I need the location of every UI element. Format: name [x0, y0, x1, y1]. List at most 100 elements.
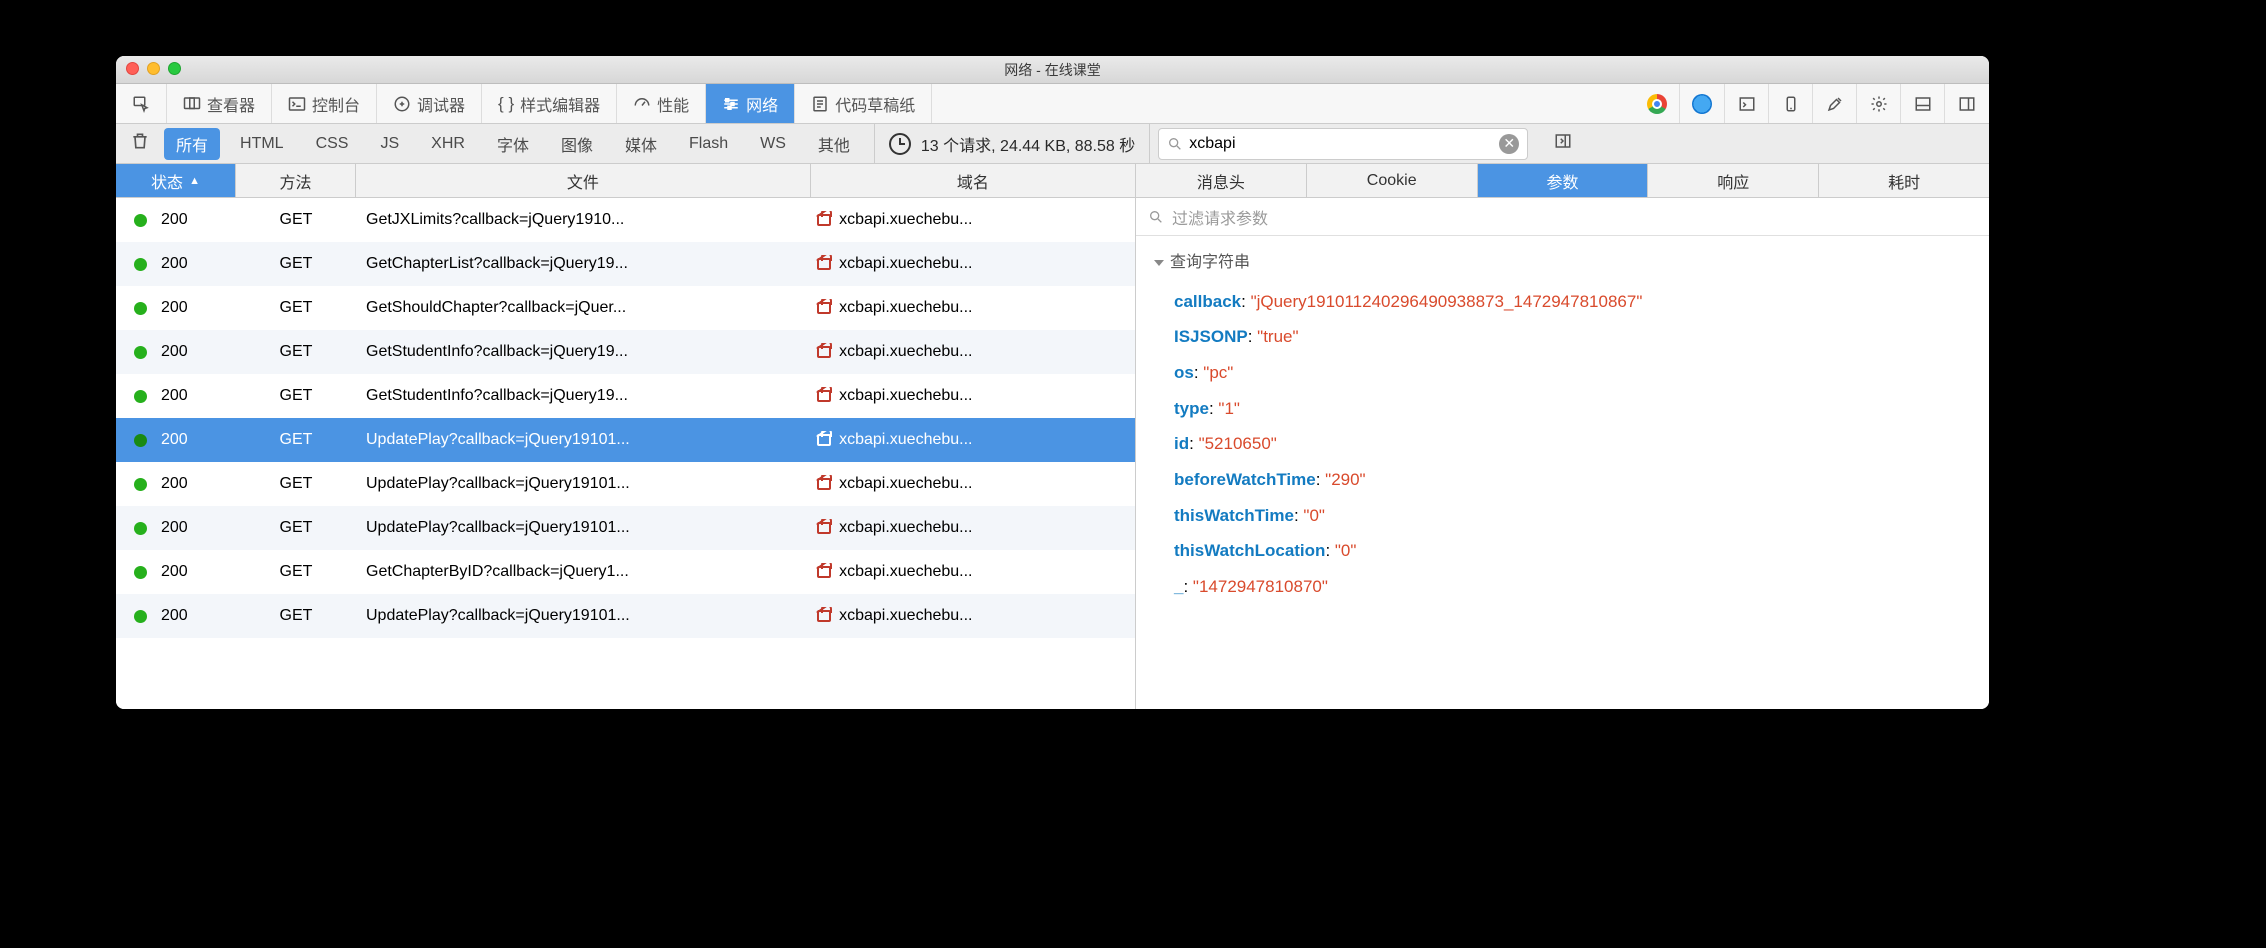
clear-button[interactable] [124, 131, 156, 157]
method-cell: GET [236, 387, 356, 405]
filter-images[interactable]: 图像 [549, 128, 605, 160]
eyedropper-button[interactable] [1813, 84, 1857, 123]
param-value: "0" [1335, 541, 1357, 560]
filter-ws[interactable]: WS [748, 131, 798, 157]
tab-scratchpad[interactable]: 代码草稿纸 [795, 84, 932, 123]
dock-right-button[interactable] [1945, 84, 1989, 123]
filter-html[interactable]: HTML [228, 131, 296, 157]
request-row[interactable]: 200GETGetChapterList?callback=jQuery19..… [116, 242, 1135, 286]
devtools-window: 网络 - 在线课堂 查看器 控制台 调试器 { } 样式编辑器 性能 网络 [116, 56, 1989, 709]
param-value: "1" [1218, 399, 1240, 418]
details-tabs: 消息头 Cookie 参数 响应 耗时 [1136, 164, 1989, 198]
tab-console[interactable]: 控制台 [272, 84, 377, 123]
clear-filter-button[interactable]: ✕ [1499, 134, 1519, 154]
element-picker-button[interactable] [116, 84, 167, 123]
tab-cookie[interactable]: Cookie [1307, 164, 1478, 197]
method-cell: GET [236, 299, 356, 317]
status-code: 200 [161, 519, 188, 537]
safari-button[interactable] [1680, 84, 1725, 123]
domain-cell: xcbapi.xuechebu... [807, 299, 1135, 317]
filter-flash[interactable]: Flash [677, 131, 740, 157]
tab-network[interactable]: 网络 [706, 84, 795, 123]
split-console-button[interactable] [1725, 84, 1769, 123]
request-row[interactable]: 200GETGetChapterByID?callback=jQuery1...… [116, 550, 1135, 594]
method-cell: GET [236, 343, 356, 361]
toggle-details-button[interactable] [1544, 132, 1582, 155]
status-code: 200 [161, 387, 188, 405]
param-value: "pc" [1203, 363, 1233, 382]
col-file[interactable]: 文件 [356, 164, 811, 197]
param-row: ISJSONP: "true" [1154, 319, 1971, 355]
domain-cell: xcbapi.xuechebu... [807, 255, 1135, 273]
tab-inspector[interactable]: 查看器 [167, 84, 272, 123]
minimize-window-button[interactable] [147, 62, 160, 75]
param-key: type [1174, 399, 1209, 418]
param-value: "290" [1325, 470, 1365, 489]
method-cell: GET [236, 563, 356, 581]
param-value: "jQuery191011240296490938873_14729478108… [1251, 292, 1643, 311]
status-dot-icon [134, 390, 147, 403]
param-value: "0" [1303, 506, 1325, 525]
request-row[interactable]: 200GETUpdatePlay?callback=jQuery19101...… [116, 506, 1135, 550]
method-cell: GET [236, 211, 356, 229]
request-row[interactable]: 200GETUpdatePlay?callback=jQuery19101...… [116, 462, 1135, 506]
domain-cell: xcbapi.xuechebu... [807, 431, 1135, 449]
request-row[interactable]: 200GETGetStudentInfo?callback=jQuery19..… [116, 374, 1135, 418]
close-window-button[interactable] [126, 62, 139, 75]
param-value: "5210650" [1199, 434, 1277, 453]
insecure-icon [817, 434, 831, 446]
query-string-section[interactable]: 查询字符串 [1154, 246, 1971, 280]
tab-timings[interactable]: 耗时 [1819, 164, 1989, 197]
tab-performance[interactable]: 性能 [617, 84, 706, 123]
filter-all[interactable]: 所有 [164, 128, 220, 160]
request-row[interactable]: 200GETUpdatePlay?callback=jQuery19101...… [116, 594, 1135, 638]
param-key: callback [1174, 292, 1241, 311]
param-filter-placeholder: 过滤请求参数 [1172, 205, 1268, 229]
param-key: beforeWatchTime [1174, 470, 1316, 489]
insecure-icon [817, 522, 831, 534]
request-row[interactable]: 200 GETGetShouldChapter?callback=jQuer...… [116, 286, 1135, 330]
filter-media[interactable]: 媒体 [613, 128, 669, 160]
responsive-mode-button[interactable] [1769, 84, 1813, 123]
col-status[interactable]: 状态▲ [116, 164, 236, 197]
insecure-icon [817, 478, 831, 490]
status-dot-icon [134, 302, 147, 315]
param-filter-box[interactable]: 过滤请求参数 [1136, 198, 1989, 236]
filter-fonts[interactable]: 字体 [485, 128, 541, 160]
filter-xhr[interactable]: XHR [419, 131, 477, 157]
param-value: "1472947810870" [1193, 577, 1328, 596]
status-code: 200 [161, 475, 188, 493]
col-method[interactable]: 方法 [236, 164, 356, 197]
filter-other[interactable]: 其他 [806, 128, 862, 160]
tab-style-editor[interactable]: { } 样式编辑器 [482, 84, 617, 123]
tab-headers[interactable]: 消息头 [1136, 164, 1307, 197]
domain-cell: xcbapi.xuechebu... [807, 343, 1135, 361]
request-row[interactable]: 200GETGetJXLimits?callback=jQuery1910...… [116, 198, 1135, 242]
zoom-window-button[interactable] [168, 62, 181, 75]
tab-response[interactable]: 响应 [1648, 164, 1819, 197]
method-cell: GET [236, 607, 356, 625]
request-list-pane: 状态▲ 方法 文件 域名 200GETGetJXLimits?callback=… [116, 164, 1136, 709]
settings-button[interactable] [1857, 84, 1901, 123]
filter-input-box[interactable]: ✕ [1158, 128, 1528, 160]
params-content: 查询字符串 callback: "jQuery19101124029649093… [1136, 236, 1989, 615]
status-code: 200 [161, 299, 188, 317]
tab-debugger[interactable]: 调试器 [377, 84, 482, 123]
sort-asc-icon: ▲ [189, 175, 200, 187]
col-domain[interactable]: 域名 [811, 164, 1135, 197]
file-cell: GetShouldChapter?callback=jQuer... [356, 299, 807, 317]
filter-css[interactable]: CSS [304, 131, 361, 157]
chrome-icon [1647, 94, 1667, 114]
request-row[interactable]: 200GETUpdatePlay?callback=jQuery19101...… [116, 418, 1135, 462]
param-row: thisWatchLocation: "0" [1154, 533, 1971, 569]
filter-input[interactable] [1189, 135, 1493, 153]
filter-js[interactable]: JS [368, 131, 411, 157]
chrome-button[interactable] [1635, 84, 1680, 123]
titlebar: 网络 - 在线课堂 [116, 56, 1989, 84]
request-table: 200GETGetJXLimits?callback=jQuery1910...… [116, 198, 1135, 709]
dock-side-button[interactable] [1901, 84, 1945, 123]
request-row[interactable]: 200GETGetStudentInfo?callback=jQuery19..… [116, 330, 1135, 374]
domain-cell: xcbapi.xuechebu... [807, 211, 1135, 229]
search-icon [1167, 136, 1183, 152]
tab-params[interactable]: 参数 [1478, 164, 1649, 197]
